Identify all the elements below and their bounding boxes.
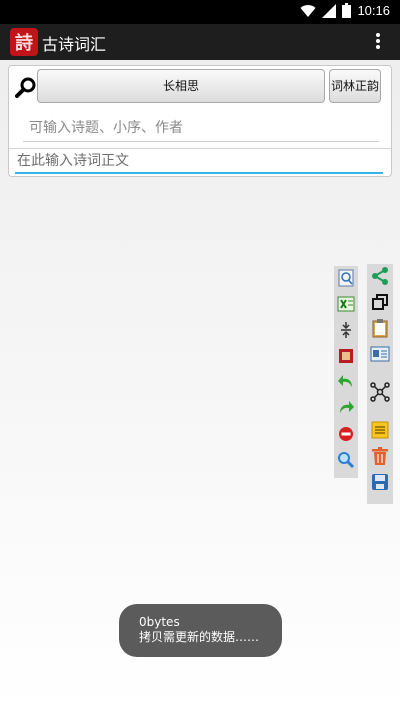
toast-message: 0bytes 拷贝需更新的数据…… (119, 604, 282, 657)
app-logo: 詩 (10, 28, 38, 56)
contact-card-icon[interactable] (370, 344, 390, 364)
excel-icon[interactable] (336, 294, 356, 314)
search-icon[interactable] (336, 450, 356, 470)
toast-line-2: 拷贝需更新的数据…… (139, 630, 260, 644)
toolbar-left (334, 266, 358, 478)
status-bar: 10:16 (0, 0, 400, 24)
collapse-icon[interactable] (336, 320, 356, 340)
notes-icon[interactable] (370, 420, 390, 440)
undo-icon[interactable] (336, 372, 356, 392)
copy-icon[interactable] (370, 292, 390, 312)
title-button[interactable]: 长相思 (37, 69, 325, 103)
overflow-menu-icon[interactable] (374, 31, 382, 53)
network-icon[interactable] (370, 382, 390, 402)
stop-icon[interactable] (336, 424, 356, 444)
toast-line-1: 0bytes (139, 615, 180, 629)
delete-icon[interactable] (370, 446, 390, 466)
wifi-icon (300, 4, 316, 17)
app-bar: 詩 古诗词汇 (0, 24, 400, 60)
clipboard-icon[interactable] (370, 318, 390, 338)
app-title: 古诗词汇 (42, 35, 107, 54)
title-author-input[interactable] (23, 114, 379, 142)
battery-icon (342, 3, 352, 18)
save-icon[interactable] (370, 472, 390, 492)
poem-body-input[interactable] (15, 150, 383, 174)
status-time: 10:16 (357, 3, 390, 18)
signal-icon (322, 3, 337, 18)
search-panel: 长相思 词林正韵 (8, 65, 392, 177)
divider (9, 148, 391, 149)
share-icon[interactable] (370, 266, 390, 286)
book-icon[interactable] (336, 346, 356, 366)
redo-icon[interactable] (336, 398, 356, 418)
preview-icon[interactable] (336, 268, 356, 288)
cilin-button[interactable]: 词林正韵 (329, 69, 381, 103)
toolbar-right (367, 264, 393, 504)
magnifier-icon[interactable] (15, 76, 37, 98)
